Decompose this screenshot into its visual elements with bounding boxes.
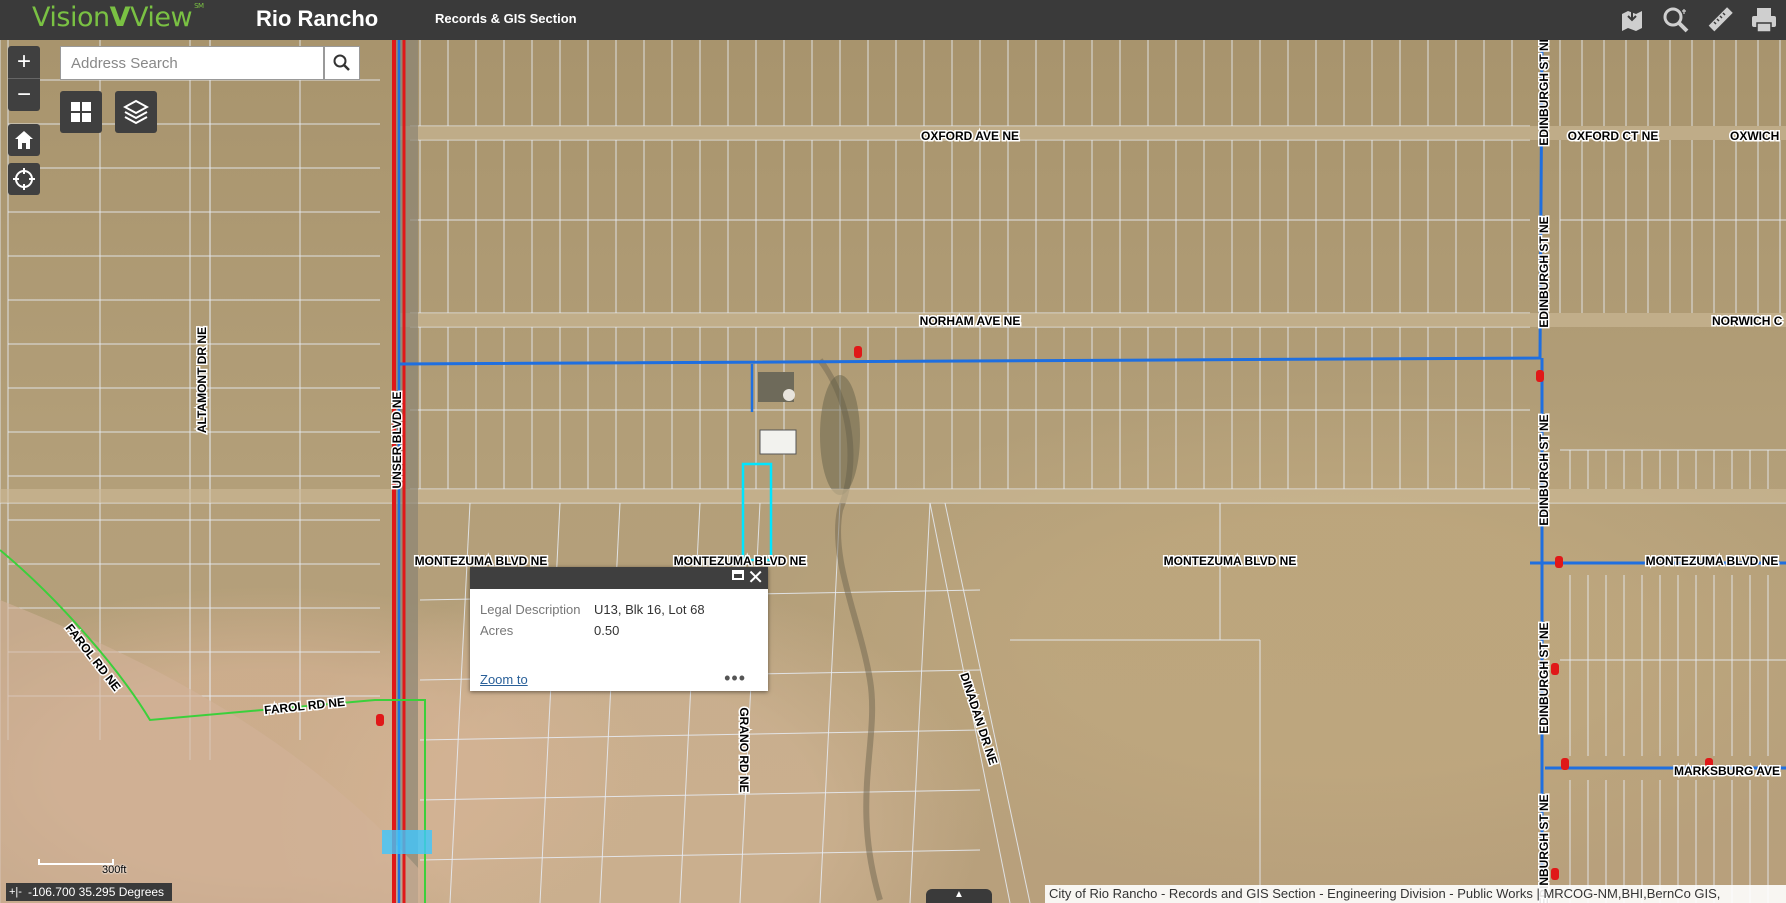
- grid-icon: [71, 102, 91, 122]
- more-options-button[interactable]: •••: [724, 668, 746, 689]
- app-title: Rio Rancho: [256, 6, 379, 31]
- print-icon[interactable]: [1748, 4, 1780, 36]
- hydrant[interactable]: [1536, 370, 1544, 382]
- logo-text-view: View: [129, 2, 193, 33]
- address-search-input[interactable]: [60, 46, 324, 80]
- street-label: EDINBURGH ST NE: [1537, 216, 1551, 327]
- measure-ruler-icon[interactable]: [1704, 4, 1736, 36]
- logo-v-mark: V: [109, 2, 131, 33]
- street-label: EDINBURGH ST NE: [1537, 414, 1551, 525]
- zoom-control: + −: [8, 46, 40, 111]
- search-button[interactable]: [324, 46, 360, 80]
- layers-icon: [123, 99, 149, 125]
- coordinate-text: -106.700 35.295 Degrees: [27, 885, 165, 899]
- expand-icon[interactable]: +|-: [9, 886, 22, 898]
- zoom-to-link[interactable]: Zoom to: [480, 672, 528, 687]
- layer-list-button[interactable]: [115, 91, 157, 133]
- parcel-line: [599, 502, 621, 903]
- attribute-row: Legal Description U13, Blk 16, Lot 68: [480, 599, 705, 620]
- parcel-line: [909, 502, 931, 903]
- app-header: VisionVView SM Rio Rancho Records & GIS S…: [0, 0, 1786, 40]
- home-icon: [15, 131, 33, 149]
- close-icon[interactable]: ✕: [747, 567, 764, 589]
- hydrant[interactable]: [1551, 663, 1559, 675]
- vegetation-patch: [820, 375, 860, 495]
- map-view[interactable]: OXFORD AVE NE OXFORD CT NE OXWICH NORHAM…: [0, 40, 1786, 903]
- locate-button[interactable]: [8, 163, 40, 195]
- popup-attributes: Legal Description U13, Blk 16, Lot 68 Ac…: [480, 599, 705, 641]
- parcel-line: [419, 849, 981, 861]
- street-label: MARKSBURG AVE: [1674, 764, 1780, 778]
- hydrant[interactable]: [1561, 758, 1569, 770]
- section-title: Records & GIS Section: [435, 11, 577, 26]
- feature-popup: ✕ Legal Description U13, Blk 16, Lot 68 …: [470, 567, 768, 691]
- zoom-out-button[interactable]: −: [8, 78, 40, 111]
- zoom-in-button[interactable]: +: [8, 46, 40, 78]
- parcel-line: [944, 502, 1031, 903]
- hydrant[interactable]: [854, 346, 862, 358]
- logo-text-vision: Vision: [32, 2, 110, 33]
- locate-icon: [13, 168, 35, 190]
- street-label: OXWICH: [1730, 129, 1779, 143]
- hydrant[interactable]: [1551, 868, 1559, 880]
- street-label: MONTEZUMA BLVD NE: [674, 554, 807, 568]
- scale-label: 300ft: [102, 864, 127, 876]
- street-label: FAROL RD NE: [264, 695, 346, 717]
- street-label: OXFORD CT NE: [1568, 129, 1659, 143]
- street-label: NORWICH C: [1712, 314, 1783, 328]
- map-attribution: City of Rio Rancho - Records and GIS Sec…: [1045, 885, 1786, 903]
- montezuma-road: [0, 489, 1786, 503]
- attribute-value: U13, Blk 16, Lot 68: [594, 602, 705, 617]
- vision-view-logo: VisionVView SM: [32, 2, 204, 33]
- street-label: ALTAMONT DR NE: [195, 327, 209, 433]
- hydrant[interactable]: [376, 714, 384, 726]
- utility-vault: [382, 830, 432, 854]
- parcel-line: [419, 729, 981, 741]
- norham-ave-road: [400, 313, 1786, 327]
- basemap-gallery-button[interactable]: [60, 91, 102, 133]
- attribute-label: Legal Description: [480, 602, 581, 617]
- home-button[interactable]: [8, 124, 40, 156]
- facility-tank: [783, 389, 795, 401]
- attribute-row: Acres 0.50: [480, 620, 705, 641]
- chevron-up-icon: ▲: [954, 889, 964, 900]
- map-canvas[interactable]: OXFORD AVE NE OXFORD CT NE OXWICH NORHAM…: [0, 40, 1786, 903]
- expand-panel-button[interactable]: ▲: [926, 889, 992, 903]
- logo-sm-mark: SM: [194, 2, 204, 10]
- street-label: MONTEZUMA BLVD NE: [1164, 554, 1297, 568]
- facility-building: [759, 429, 797, 455]
- search-icon[interactable]: [1660, 4, 1692, 36]
- street-label: MONTEZUMA BLVD NE: [415, 554, 548, 568]
- street-label: EDINBURGH ST NE: [1537, 40, 1551, 146]
- save-map-icon[interactable]: [1616, 4, 1648, 36]
- search-icon: [333, 54, 350, 71]
- street-label: GRANO RD NE: [737, 707, 751, 792]
- attribute-label: Acres: [480, 623, 514, 638]
- parcel-line: [419, 789, 981, 801]
- coordinate-readout: +|- -106.700 35.295 Degrees: [6, 883, 173, 901]
- street-label: NORHAM AVE NE: [920, 314, 1021, 328]
- maximize-icon[interactable]: [732, 570, 744, 580]
- popup-header: ✕: [470, 567, 768, 589]
- street-label: UNSER BLVD NE: [390, 391, 404, 488]
- street-label: EDINBURGH ST NE: [1537, 622, 1551, 733]
- street-label: MONTEZUMA BLVD NE: [1646, 554, 1779, 568]
- selected-parcel[interactable]: [741, 462, 773, 562]
- street-label: OXFORD AVE NE: [921, 129, 1019, 143]
- parcel-line: [819, 502, 841, 903]
- street-label: DINADAN DR NE: [957, 671, 1000, 767]
- attribute-value: 0.50: [594, 623, 620, 638]
- hydrant[interactable]: [1555, 556, 1563, 568]
